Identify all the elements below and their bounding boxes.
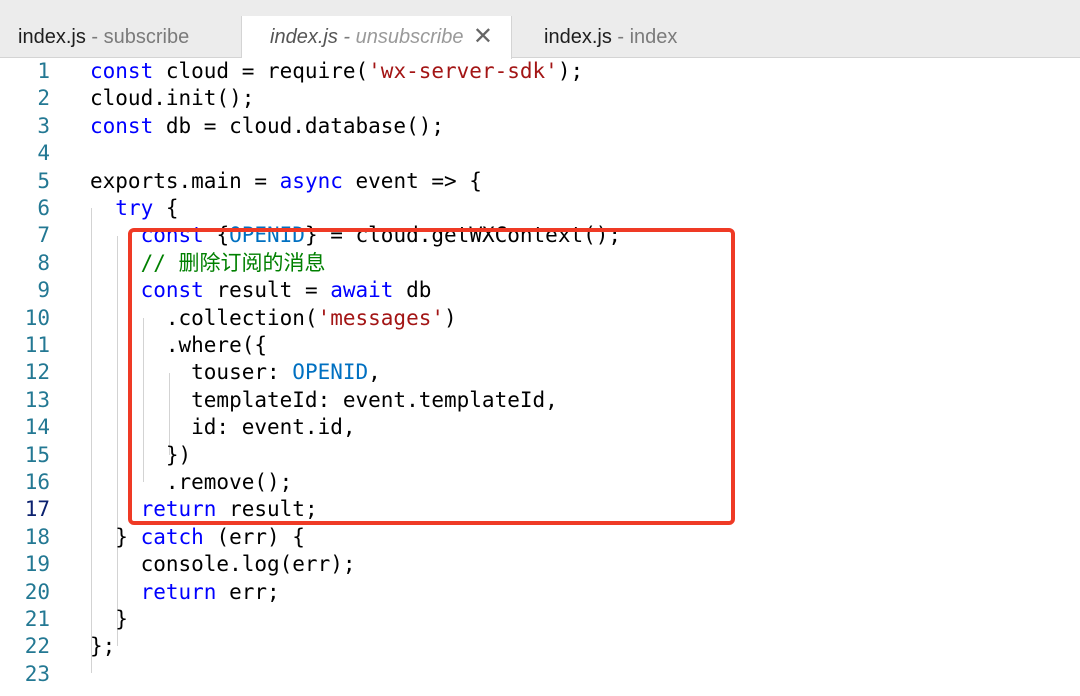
code-line[interactable]: cloud.init(); — [90, 85, 254, 112]
line-number: 2 — [37, 86, 50, 111]
line-number: 9 — [37, 278, 50, 303]
tab-index-unsubscribe[interactable]: index.js - unsubscribe ✕ — [242, 16, 512, 59]
keyword-token: const — [90, 113, 154, 138]
tab-folder-name: index — [629, 26, 678, 48]
code-text: { — [153, 196, 179, 220]
close-tab-icon[interactable]: ✕ — [473, 16, 493, 58]
code-text: event => { — [342, 168, 482, 193]
line-number: 21 — [24, 607, 50, 631]
tab-separator: - — [85, 26, 104, 48]
tab-index-index[interactable]: index.js - index — [512, 16, 712, 58]
code-text: db = cloud.database(); — [153, 113, 445, 138]
keyword-token: const — [90, 59, 154, 83]
keyword-token: try — [115, 196, 154, 220]
code-text: cloud = require( — [153, 59, 369, 83]
tab-folder-name: unsubscribe — [355, 26, 464, 48]
line-number: 8 — [37, 250, 50, 275]
keyword-token: return — [140, 579, 217, 604]
line-number: 17 — [24, 497, 50, 522]
code-line[interactable]: const cloud = require('wx-server-sdk'); — [90, 58, 583, 85]
code-line[interactable]: }; — [90, 633, 115, 660]
code-line[interactable]: console.log(err); — [90, 551, 356, 578]
code-line[interactable]: return err; — [90, 579, 280, 606]
editor-tab-bar: index.js - subscribe index.js - unsubscr… — [0, 16, 1080, 59]
line-number: 18 — [24, 524, 50, 549]
line-number: 3 — [37, 113, 50, 138]
tab-file-name: index.js — [18, 26, 86, 48]
tab-separator: - — [611, 26, 630, 48]
line-number: 15 — [24, 442, 50, 467]
line-number: 13 — [24, 387, 50, 412]
tab-folder-name: subscribe — [103, 26, 190, 48]
code-line[interactable]: } — [90, 606, 128, 633]
code-text: } — [90, 607, 128, 631]
line-number: 14 — [24, 415, 50, 440]
keyword-token: catch — [140, 524, 204, 549]
line-number: 10 — [24, 305, 50, 330]
line-number: 5 — [37, 168, 50, 193]
tab-file-name: index.js — [544, 26, 612, 48]
line-number: 12 — [24, 360, 50, 385]
code-line[interactable]: const db = cloud.database(); — [90, 113, 444, 140]
code-line[interactable]: exports.main = async event => { — [90, 168, 482, 195]
code-text: } — [90, 524, 141, 549]
line-number: 7 — [37, 223, 50, 248]
line-number: 6 — [37, 196, 50, 220]
keyword-token: async — [279, 168, 343, 193]
line-number: 20 — [24, 579, 50, 604]
code-text: console.log(err); — [90, 552, 356, 577]
tab-file-name: index.js — [270, 26, 338, 48]
code-line[interactable]: } catch (err) { — [90, 524, 305, 551]
code-line[interactable]: try { — [90, 195, 179, 222]
line-number: 1 — [37, 59, 50, 83]
line-number: 16 — [24, 470, 50, 494]
line-number: 22 — [24, 634, 50, 659]
code-text: err; — [216, 579, 280, 604]
highlight-annotation-box — [128, 228, 735, 525]
line-number: 23 — [24, 661, 50, 686]
tab-separator: - — [337, 26, 356, 48]
line-number: 11 — [24, 333, 50, 357]
code-text: ); — [557, 59, 584, 83]
code-text: cloud.init(); — [90, 86, 255, 111]
code-text: }; — [90, 634, 116, 659]
line-number: 4 — [37, 141, 50, 166]
tab-index-subscribe[interactable]: index.js - subscribe — [0, 16, 242, 58]
line-number: 19 — [24, 552, 50, 577]
code-text: exports.main = — [90, 168, 280, 193]
window-top-strip — [0, 0, 1080, 16]
code-text: (err) { — [203, 524, 305, 549]
string-token: 'wx-server-sdk' — [368, 59, 558, 83]
